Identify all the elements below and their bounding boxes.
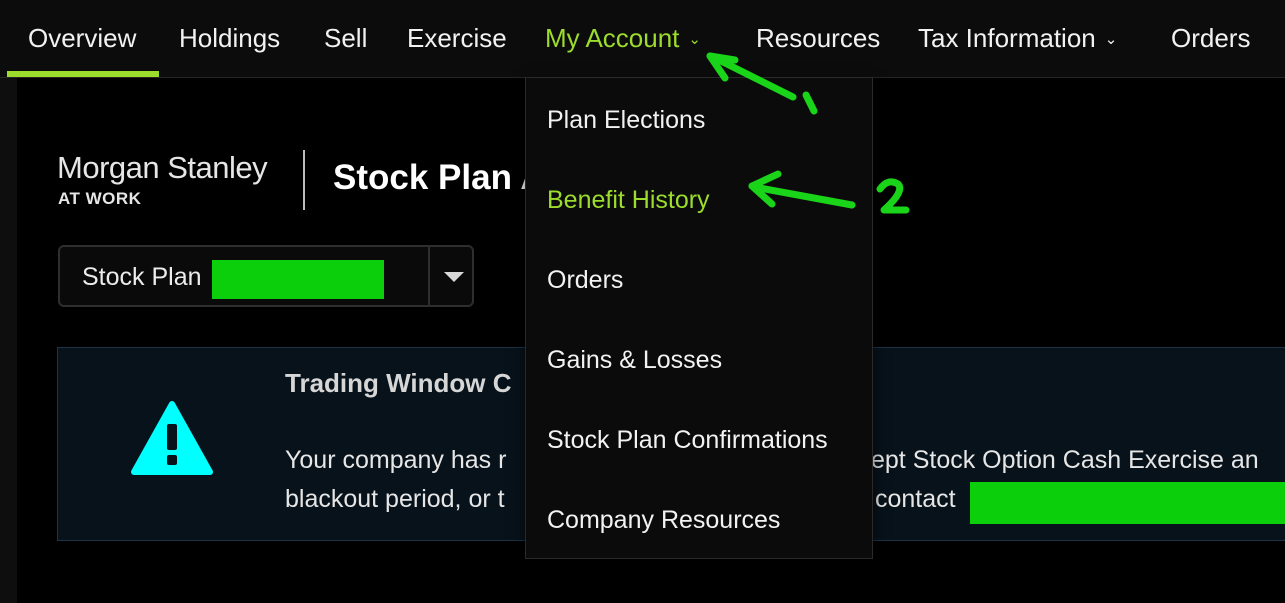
nav-orders[interactable]: Orders	[1171, 0, 1250, 77]
menu-item-plan-elections[interactable]: Plan Elections	[547, 106, 705, 135]
stock-plan-select[interactable]: Stock Plan	[58, 245, 474, 307]
app-root: Overview Holdings Sell Exercise My Accou…	[0, 0, 1285, 603]
menu-item-benefit-history[interactable]: Benefit History	[547, 186, 710, 215]
menu-item-stock-plan-confirmations[interactable]: Stock Plan Confirmations	[547, 426, 828, 455]
caret-down-icon[interactable]	[444, 272, 464, 282]
page-left-strip	[0, 78, 17, 603]
chevron-down-icon: ⌄	[688, 31, 701, 48]
menu-item-orders[interactable]: Orders	[547, 266, 623, 295]
warning-icon	[131, 401, 213, 475]
menu-item-company-resources[interactable]: Company Resources	[547, 506, 780, 535]
nav-tax-information[interactable]: Tax Information ⌄	[918, 0, 1117, 77]
alert-message-line2-left: blackout period, or t	[285, 485, 505, 513]
page-title: Stock Plan A	[333, 158, 546, 197]
redaction-block	[212, 260, 384, 299]
alert-message-line1-right: ept Stock Option Cash Exercise an	[871, 446, 1259, 474]
nav-overview[interactable]: Overview	[28, 0, 136, 77]
alert-title: Trading Window C	[285, 368, 512, 398]
alert-message-line2-right: contact	[875, 485, 956, 513]
nav-exercise[interactable]: Exercise	[407, 0, 507, 77]
nav-active-indicator	[7, 71, 159, 77]
stock-plan-select-label: Stock Plan	[82, 263, 202, 291]
alert-message-line1-left: Your company has r	[285, 446, 507, 474]
nav-my-account[interactable]: My Account ⌄	[545, 0, 701, 77]
menu-item-gains-losses[interactable]: Gains & Losses	[547, 346, 722, 375]
nav-resources[interactable]: Resources	[756, 0, 880, 77]
nav-sell[interactable]: Sell	[324, 0, 367, 77]
header-divider	[303, 150, 305, 210]
brand-logo-sub: AT WORK	[58, 189, 142, 208]
nav-holdings[interactable]: Holdings	[179, 0, 280, 77]
my-account-dropdown: Plan Elections Benefit History Orders Ga…	[525, 77, 873, 559]
select-divider	[428, 247, 430, 305]
brand-logo[interactable]: Morgan Stanley	[57, 150, 268, 186]
redaction-block	[970, 482, 1285, 524]
top-nav: Overview Holdings Sell Exercise My Accou…	[0, 0, 1285, 78]
chevron-down-icon: ⌄	[1104, 31, 1118, 48]
